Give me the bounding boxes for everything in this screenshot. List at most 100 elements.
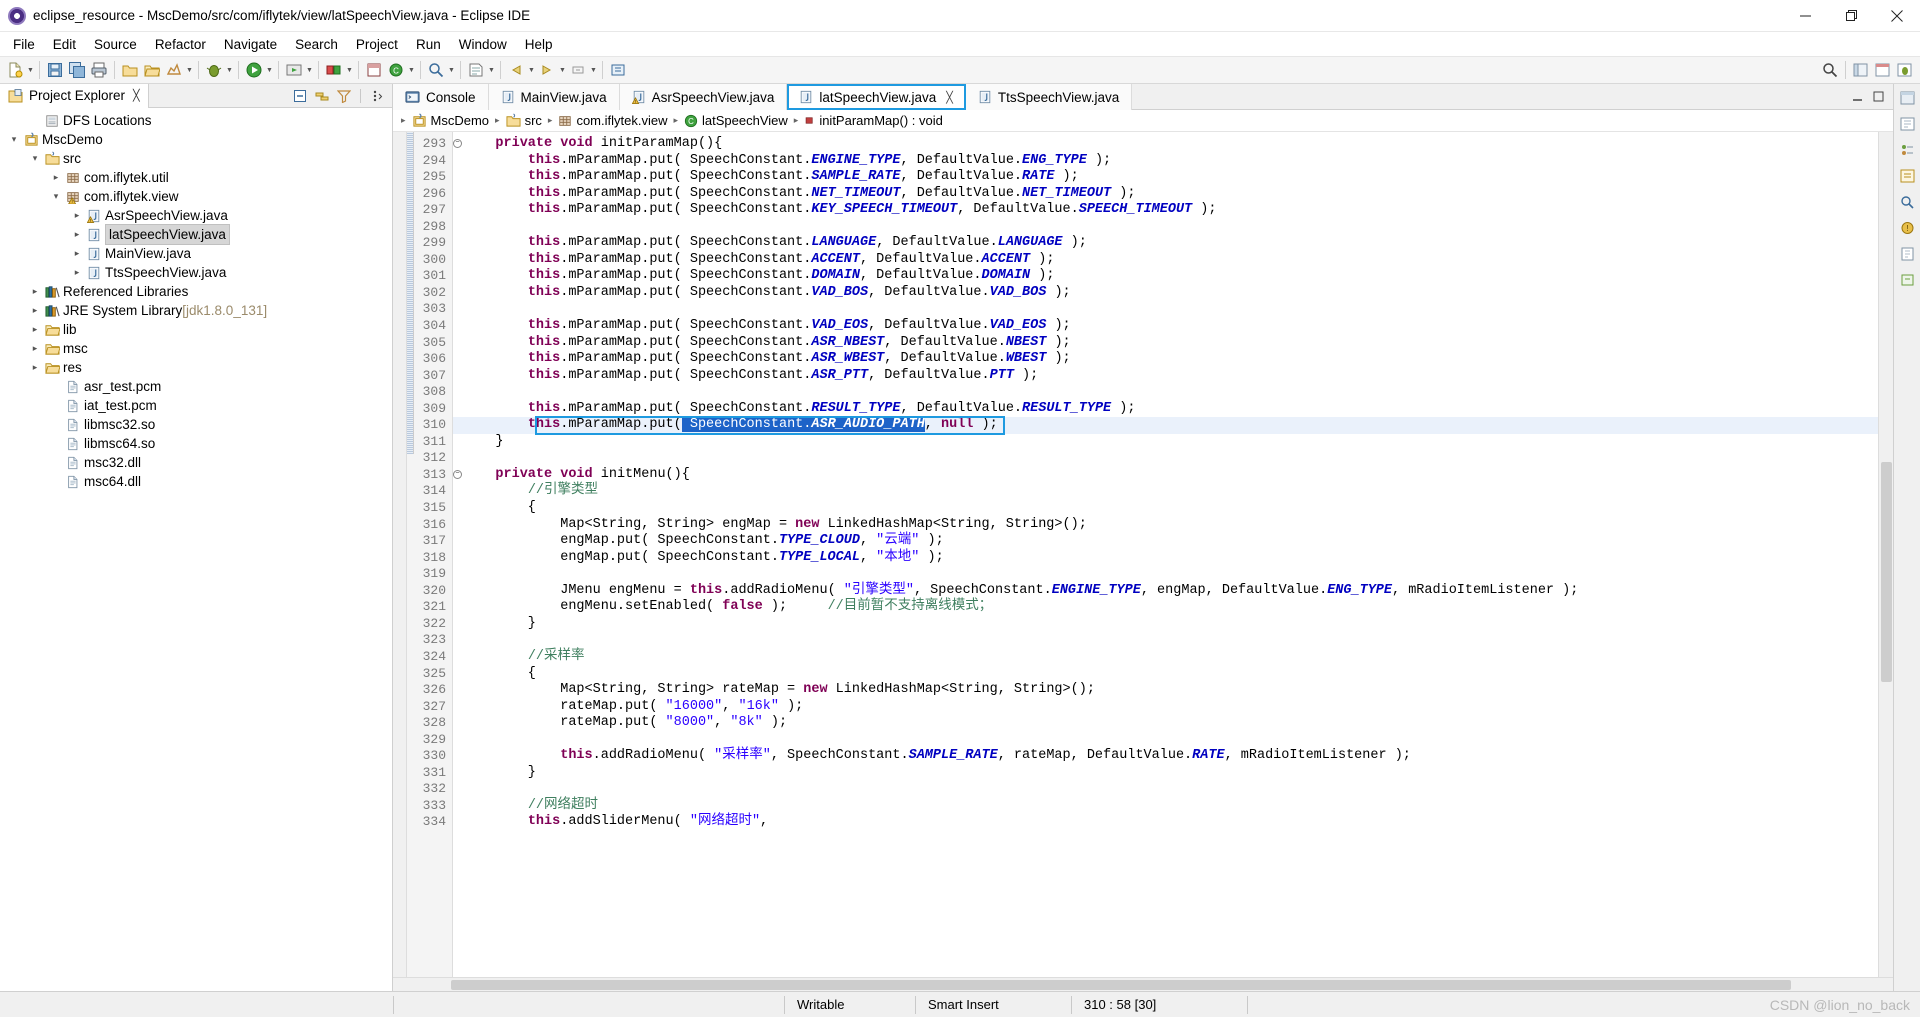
- tree-item-mainview-java[interactable]: ▸ MainView.java: [0, 244, 392, 263]
- new-class-icon[interactable]: C: [385, 59, 407, 81]
- perspective-java-icon[interactable]: [1872, 59, 1894, 81]
- save-all-icon[interactable]: [66, 59, 88, 81]
- open-type-icon[interactable]: [465, 59, 487, 81]
- code-line[interactable]: this.mParamMap.put( SpeechConstant.RESUL…: [463, 401, 1878, 418]
- code-line[interactable]: this.mParamMap.put( SpeechConstant.VAD_E…: [463, 318, 1878, 335]
- marker-bar[interactable]: [393, 132, 407, 977]
- code-line[interactable]: [463, 781, 1878, 798]
- editor-tab-latspeechview-java[interactable]: latSpeechView.java ╳: [787, 84, 966, 110]
- search-view-icon[interactable]: [1897, 192, 1917, 212]
- chevron-right-icon[interactable]: ▸: [69, 225, 85, 244]
- code-line[interactable]: this.mParamMap.put( SpeechConstant.NET_T…: [463, 186, 1878, 203]
- chevron-right-icon[interactable]: ▸: [69, 206, 85, 225]
- restore-view-icon[interactable]: [1897, 88, 1917, 108]
- chevron-down-icon[interactable]: ▼: [558, 59, 567, 81]
- close-icon[interactable]: ╳: [946, 91, 953, 104]
- code-line[interactable]: this.mParamMap.put( SpeechConstant.ASR_N…: [463, 335, 1878, 352]
- chevron-down-icon[interactable]: ▾: [27, 149, 43, 168]
- minimize-editor-icon[interactable]: [1851, 90, 1864, 103]
- tree-item-msc64-dll[interactable]: msc64.dll: [0, 472, 392, 491]
- quick-access-icon[interactable]: [163, 59, 185, 81]
- open-perspective-icon[interactable]: [1850, 59, 1872, 81]
- chevron-right-icon[interactable]: ▸: [27, 301, 43, 320]
- tree-item-mscdemo[interactable]: ▾ MscDemo: [0, 130, 392, 149]
- scrollbar-thumb[interactable]: [451, 980, 1791, 990]
- code-line[interactable]: engMap.put( SpeechConstant.TYPE_LOCAL, "…: [463, 550, 1878, 567]
- code-line[interactable]: this.mParamMap.put( SpeechConstant.ACCEN…: [463, 252, 1878, 269]
- code-line[interactable]: this.mParamMap.put( SpeechConstant.ASR_P…: [463, 368, 1878, 385]
- code-line[interactable]: [463, 219, 1878, 236]
- tree-item-referenced-libraries[interactable]: ▸ Referenced Libraries: [0, 282, 392, 301]
- chevron-down-icon[interactable]: ▼: [305, 59, 314, 81]
- menu-refactor[interactable]: Refactor: [146, 35, 215, 54]
- code-line[interactable]: [463, 632, 1878, 649]
- new-java-project-icon[interactable]: [363, 59, 385, 81]
- tree-item-latspeechview-java[interactable]: ▸ latSpeechView.java: [0, 224, 392, 245]
- code-line[interactable]: this.mParamMap.put( SpeechConstant.DOMAI…: [463, 268, 1878, 285]
- chevron-down-icon[interactable]: ▼: [407, 59, 416, 81]
- chevron-right-icon[interactable]: ▸: [27, 358, 43, 377]
- tree-item-res[interactable]: ▸ res: [0, 358, 392, 377]
- outline-view-icon[interactable]: [1897, 140, 1917, 160]
- breadcrumb-item-src[interactable]: src: [506, 113, 542, 128]
- breadcrumb-item-mscdemo[interactable]: MscDemo: [412, 113, 489, 128]
- new-icon[interactable]: [4, 59, 26, 81]
- chevron-down-icon[interactable]: ▼: [225, 59, 234, 81]
- code-line[interactable]: engMap.put( SpeechConstant.TYPE_CLOUD, "…: [463, 533, 1878, 550]
- chevron-down-icon[interactable]: ▼: [26, 59, 35, 81]
- code-line[interactable]: //网络超时: [463, 798, 1878, 815]
- menu-run[interactable]: Run: [407, 35, 450, 54]
- source-code[interactable]: private void initParamMap(){ this.mParam…: [453, 132, 1878, 977]
- close-icon[interactable]: ╳: [133, 89, 140, 102]
- next-annotation-icon[interactable]: [567, 59, 589, 81]
- breadcrumb-item-initparammap-void[interactable]: initParamMap() : void: [804, 113, 943, 128]
- chevron-right-icon[interactable]: ▸: [27, 339, 43, 358]
- code-line[interactable]: [463, 384, 1878, 401]
- code-line[interactable]: this.addRadioMenu( "采样率", SpeechConstant…: [463, 748, 1878, 765]
- chevron-down-icon[interactable]: ▼: [527, 59, 536, 81]
- tree-item-libmsc32-so[interactable]: libmsc32.so: [0, 415, 392, 434]
- back-icon[interactable]: [505, 59, 527, 81]
- chevron-down-icon[interactable]: ▼: [487, 59, 496, 81]
- print-icon[interactable]: [88, 59, 110, 81]
- code-line[interactable]: Map<String, String> engMap = new LinkedH…: [463, 517, 1878, 534]
- perspective-debug-icon[interactable]: [1894, 59, 1916, 81]
- tree-item-ttsspeechview-java[interactable]: ▸ TtsSpeechView.java: [0, 263, 392, 282]
- quick-search-icon[interactable]: [1819, 59, 1841, 81]
- menu-search[interactable]: Search: [286, 35, 347, 54]
- tree-item-src[interactable]: ▾ src: [0, 149, 392, 168]
- tree-item-msc[interactable]: ▸ msc: [0, 339, 392, 358]
- menu-edit[interactable]: Edit: [44, 35, 85, 54]
- code-line[interactable]: this.mParamMap.put( SpeechConstant.LANGU…: [463, 235, 1878, 252]
- collapse-all-icon[interactable]: [291, 87, 309, 105]
- javadoc-view-icon[interactable]: [1897, 244, 1917, 264]
- code-line[interactable]: this.mParamMap.put( SpeechConstant.SAMPL…: [463, 169, 1878, 186]
- restore-icon[interactable]: [1828, 0, 1874, 32]
- run-external-icon[interactable]: [283, 59, 305, 81]
- code-line[interactable]: {: [463, 500, 1878, 517]
- chevron-down-icon[interactable]: ▾: [48, 187, 64, 206]
- editor-tab-console[interactable]: Console: [393, 84, 489, 110]
- chevron-right-icon[interactable]: ▸: [27, 320, 43, 339]
- tree-item-dfs-locations[interactable]: DFS Locations: [0, 111, 392, 130]
- problems-view-icon[interactable]: !: [1897, 218, 1917, 238]
- tree-item-iat-test-pcm[interactable]: iat_test.pcm: [0, 396, 392, 415]
- menu-project[interactable]: Project: [347, 35, 407, 54]
- code-line[interactable]: }: [463, 616, 1878, 633]
- tree-item-asrspeechview-java[interactable]: ▸! AsrSpeechView.java: [0, 206, 392, 225]
- new-folder-icon[interactable]: [119, 59, 141, 81]
- code-line[interactable]: this.addSliderMenu( "网络超时",: [463, 814, 1878, 831]
- close-icon[interactable]: [1874, 0, 1920, 32]
- maximize-editor-icon[interactable]: [1872, 90, 1885, 103]
- code-line[interactable]: engMenu.setEnabled( false ); //目前暂不支持离线模…: [463, 599, 1878, 616]
- code-line[interactable]: [463, 732, 1878, 749]
- code-line[interactable]: Map<String, String> rateMap = new Linked…: [463, 682, 1878, 699]
- view-menu-icon[interactable]: [368, 87, 386, 105]
- menu-window[interactable]: Window: [450, 35, 516, 54]
- editor-tab-ttsspeechview-java[interactable]: TtsSpeechView.java: [965, 84, 1133, 110]
- chevron-down-icon[interactable]: ▼: [345, 59, 354, 81]
- chevron-down-icon[interactable]: ▼: [447, 59, 456, 81]
- code-line[interactable]: private void initParamMap(){: [463, 136, 1878, 153]
- breadcrumb-item-com-iflytek-view[interactable]: com.iflytek.view: [558, 113, 667, 128]
- task-list-icon[interactable]: [1897, 166, 1917, 186]
